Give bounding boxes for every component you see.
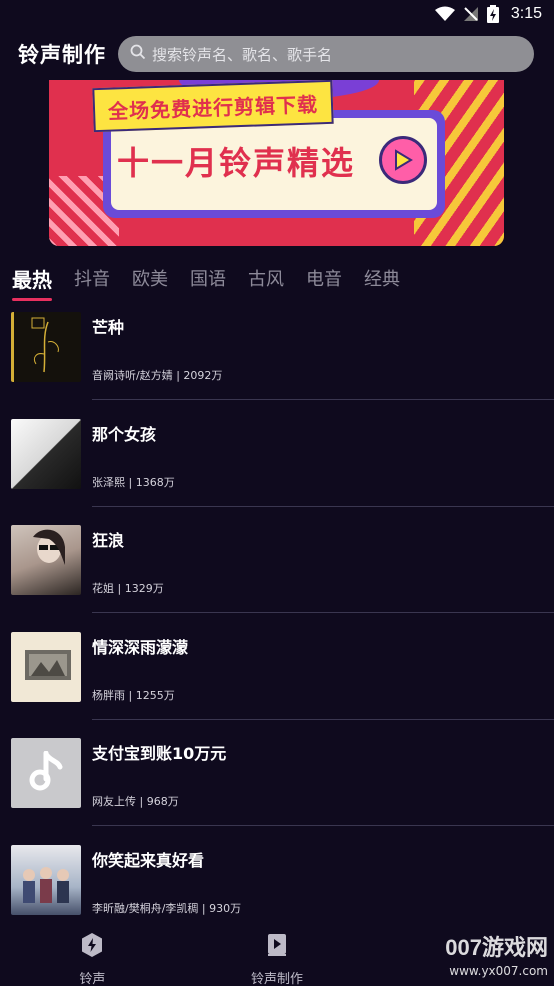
song-title: 狂浪: [92, 531, 125, 550]
wifi-icon: [434, 6, 455, 22]
song-meta: 音阙诗听/赵方婧 | 2092万: [92, 369, 223, 382]
song-title: 那个女孩: [92, 424, 157, 444]
list-item[interactable]: 狂浪 花姐 | 1329万: [0, 523, 554, 630]
play-icon[interactable]: [379, 136, 427, 184]
music-note-icon: [28, 750, 64, 795]
divider: [92, 399, 554, 400]
list-item[interactable]: 芒种 音阙诗听/赵方婧 | 2092万: [0, 310, 554, 417]
nav-ringtone-maker[interactable]: 铃声制作: [185, 928, 370, 986]
tab-classic[interactable]: 经典: [364, 265, 400, 291]
app-header: 铃声制作 搜索铃声名、歌名、歌手名: [0, 32, 554, 76]
divider: [92, 505, 554, 507]
song-list: 芒种 音阙诗听/赵方婧 | 2092万 那个女孩 张泽熙 | 1368万 狂浪 …: [0, 310, 554, 949]
banner-headline: 十一月铃声精选: [117, 144, 356, 182]
album-cover: [11, 525, 81, 595]
promo-banner[interactable]: 全场免费进行剪辑下载 十一月铃声精选: [49, 80, 504, 246]
watermark-brand: 007游戏网: [445, 935, 548, 960]
watermark-url: www.yx007.com: [449, 964, 548, 978]
divider: [92, 612, 554, 613]
album-cover: [11, 312, 81, 382]
watermark: 007游戏网 www.yx007.com: [445, 930, 548, 978]
album-cover: [11, 631, 81, 702]
song-title: 你笑起来真好看: [92, 850, 205, 870]
search-input[interactable]: 搜索铃声名、歌名、歌手名: [118, 36, 534, 72]
tab-ancient-style[interactable]: 古风: [248, 265, 284, 291]
divider: [92, 718, 554, 720]
category-tabs: 最热 抖音 欧美 国语 古风 电音 经典: [0, 258, 554, 301]
app-title: 铃声制作: [18, 43, 106, 67]
tab-western[interactable]: 欧美: [132, 265, 168, 291]
banner-ribbon: 全场免费进行剪辑下载: [92, 80, 334, 133]
search-icon: [130, 44, 152, 64]
tab-mandarin[interactable]: 国语: [190, 265, 226, 291]
list-item[interactable]: 那个女孩 张泽熙 | 1368万: [0, 417, 554, 524]
song-meta: 杨胖雨 | 1255万: [92, 688, 175, 702]
album-cover: [11, 844, 81, 915]
battery-charging-icon: [486, 5, 499, 23]
video-icon: [265, 932, 289, 962]
status-time: 3:15: [510, 5, 542, 22]
song-meta: 张泽熙 | 1368万: [92, 475, 175, 489]
list-item[interactable]: 情深深雨濛濛 杨胖雨 | 1255万: [0, 630, 554, 737]
no-signal-icon: [463, 6, 479, 22]
song-title: 情深深雨濛濛: [92, 637, 189, 657]
nav-label: 铃声: [79, 972, 106, 986]
nav-label: 铃声制作: [251, 972, 304, 986]
lightning-icon: [80, 932, 104, 962]
list-item[interactable]: 支付宝到账10万元 网友上传 | 968万: [0, 736, 554, 843]
nav-ringtones[interactable]: 铃声: [0, 928, 185, 986]
song-meta: 花姐 | 1329万: [92, 582, 164, 595]
album-cover: [11, 418, 81, 489]
status-bar: 3:15: [0, 0, 554, 28]
album-cover: [11, 738, 81, 808]
tab-douyin[interactable]: 抖音: [74, 265, 110, 291]
search-placeholder: 搜索铃声名、歌名、歌手名: [152, 45, 333, 64]
song-title: 支付宝到账10万元: [92, 744, 227, 763]
song-meta: 李昕融/樊桐舟/李凯稠 | 930万: [92, 901, 242, 915]
song-title: 芒种: [92, 318, 125, 337]
divider: [92, 825, 554, 826]
song-meta: 网友上传 | 968万: [92, 795, 179, 808]
tab-hot[interactable]: 最热: [12, 264, 52, 301]
tab-electronic[interactable]: 电音: [306, 265, 342, 291]
